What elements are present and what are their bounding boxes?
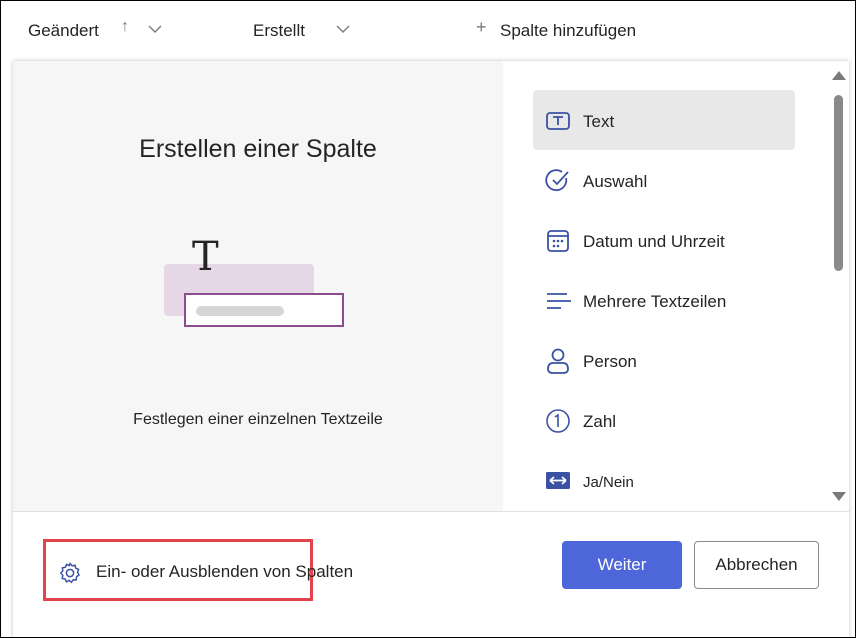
type-item-person[interactable]: Person: [533, 330, 795, 390]
type-item-label: Text: [583, 112, 615, 131]
show-hide-columns-label: Ein- oder Ausblenden von Spalten: [96, 562, 354, 581]
scroll-up-arrow-icon[interactable]: [832, 71, 846, 80]
column-header-row: Geändert ↑ Erstellt + Spalte hinzufügen: [1, 1, 855, 61]
type-item-label: Mehrere Textzeilen: [583, 292, 727, 311]
column-type-list: Text Auswahl Datum und Uhrzeit Mehrere T…: [503, 61, 849, 511]
column-header-changed[interactable]: Geändert: [28, 21, 99, 41]
illustration-field: [184, 293, 344, 327]
gear-icon: [59, 562, 80, 584]
type-item-label: Auswahl: [583, 172, 648, 191]
window-frame: Geändert ↑ Erstellt + Spalte hinzufügen …: [0, 0, 856, 638]
sort-ascending-icon[interactable]: ↑: [121, 19, 137, 35]
dialog-title: Erstellen einer Spalte: [139, 135, 377, 163]
show-hide-columns-link[interactable]: Ein- oder Ausblenden von Spalten: [43, 539, 353, 601]
text-box-icon: [546, 112, 570, 130]
text-glyph-icon: T: [192, 234, 219, 280]
add-icon[interactable]: +: [476, 18, 492, 36]
type-item-yes-no[interactable]: Ja/Nein: [533, 450, 795, 510]
type-item-date-time[interactable]: Datum und Uhrzeit: [533, 210, 795, 270]
number-circle-icon: [546, 409, 570, 433]
type-item-choice[interactable]: Auswahl: [533, 150, 795, 210]
scroll-down-arrow-icon[interactable]: [832, 492, 846, 501]
type-description: Festlegen einer einzelnen Textzeile: [133, 411, 383, 428]
vertical-scrollbar[interactable]: [827, 61, 849, 511]
type-item-label: Datum und Uhrzeit: [583, 232, 725, 251]
add-column-button[interactable]: Spalte hinzufügen: [500, 21, 636, 41]
type-item-label: Person: [583, 352, 637, 371]
column-header-created[interactable]: Erstellt: [253, 21, 305, 41]
toggle-icon: [546, 472, 570, 489]
chevron-down-icon[interactable]: [147, 21, 163, 37]
next-button[interactable]: Weiter: [562, 541, 682, 589]
type-item-label: Ja/Nein: [583, 474, 634, 491]
type-item-label: Zahl: [583, 412, 617, 431]
create-column-dialog: Erstellen einer Spalte T Festlegen einer…: [13, 61, 849, 637]
type-item-multiline-text[interactable]: Mehrere Textzeilen: [533, 270, 795, 330]
calendar-icon: [547, 230, 569, 252]
check-circle-icon: [545, 169, 569, 192]
type-item-text[interactable]: Text: [533, 90, 795, 150]
text-column-illustration: T: [164, 237, 349, 333]
cancel-button[interactable]: Abbrechen: [694, 541, 819, 589]
illustration-placeholder-bar: [196, 306, 284, 316]
scroll-thumb[interactable]: [834, 95, 843, 271]
footer-divider: [13, 511, 849, 512]
person-icon: [547, 348, 569, 374]
chevron-down-icon[interactable]: [335, 21, 351, 37]
lines-icon: [547, 293, 571, 309]
preview-pane: Erstellen einer Spalte T Festlegen einer…: [13, 61, 503, 511]
type-item-number[interactable]: Zahl: [533, 390, 795, 450]
